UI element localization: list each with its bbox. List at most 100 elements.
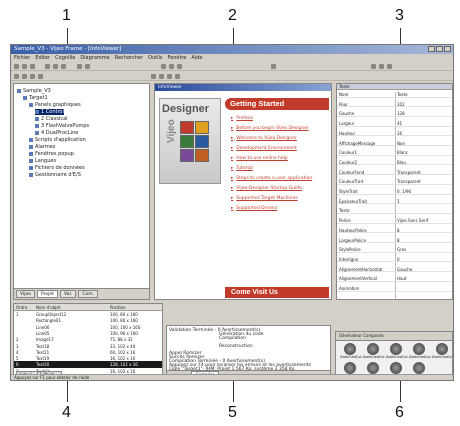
tree-item-panel-2[interactable]: 2 Classical	[35, 116, 68, 122]
property-value[interactable]: 1	[397, 199, 400, 204]
text-icon[interactable]	[151, 74, 156, 79]
line-icon[interactable]	[22, 74, 27, 79]
property-row[interactable]: Largeur 41	[337, 121, 452, 127]
menu-diagram[interactable]: Diagramme	[80, 54, 109, 62]
property-value[interactable]: 8	[397, 238, 400, 243]
link-preface[interactable]: ▸ Preface	[231, 116, 253, 121]
meter-icon[interactable]	[175, 74, 180, 79]
tree-item-panels[interactable]: Panels graphiques	[29, 102, 81, 108]
undo-icon[interactable]	[77, 64, 82, 69]
property-value[interactable]: 128	[397, 111, 405, 116]
paste-icon[interactable]	[61, 64, 66, 69]
property-value[interactable]: 16	[397, 131, 402, 136]
property-row[interactable]: Hauteur 16	[337, 131, 452, 137]
property-value[interactable]: Non	[397, 141, 405, 146]
menu-tools[interactable]: Outils	[148, 54, 162, 62]
link-online-help[interactable]: ▸ How to use online help	[231, 156, 288, 161]
library-object[interactable]: SwitchedCol...	[340, 343, 365, 363]
library-object[interactable]: SwitchedCol...	[363, 343, 388, 363]
tree-item-panel-3[interactable]: 3 FlashValvePumps	[35, 123, 89, 129]
image-icon[interactable]	[159, 74, 164, 79]
shape-icon[interactable]	[271, 64, 276, 69]
tab-vijeo[interactable]: Vijeo	[16, 290, 36, 298]
tab-project[interactable]: Projet	[37, 290, 58, 298]
property-row[interactable]: Couleur1 Blanc	[337, 150, 452, 156]
cut-icon[interactable]	[45, 64, 50, 69]
come-visit-us-banner[interactable]: Come Visit Us	[225, 287, 329, 298]
property-value[interactable]: 0, 1/96	[397, 189, 411, 194]
maximize-button[interactable]	[436, 46, 443, 52]
menu-edit[interactable]: Editer	[35, 54, 50, 62]
property-row[interactable]: Police Vijeo Sans Serif	[337, 218, 452, 224]
redo-icon[interactable]	[85, 64, 90, 69]
property-row[interactable]: Nom Texte	[337, 92, 452, 98]
align-icon[interactable]	[177, 64, 182, 69]
link-steps-create-app[interactable]: ▸ Steps to create a user application	[231, 176, 312, 181]
tree-item-panel-4[interactable]: 4 DualProcLine	[35, 130, 78, 136]
link-supported-drivers[interactable]: ▸ Supported Drivers	[231, 206, 277, 211]
property-value[interactable]: 102	[397, 102, 405, 107]
property-row[interactable]: AlignementVertical Haut	[337, 276, 452, 282]
link-startup-guide[interactable]: ▸ Vijeo-Designer Startup Guide	[231, 186, 302, 191]
tab-communication[interactable]: Com.	[78, 290, 99, 298]
property-row[interactable]: Texte	[337, 208, 452, 214]
tree-item-scripts[interactable]: Scripts d'application	[29, 137, 86, 143]
property-row[interactable]: EpaisseurTrait 1	[337, 199, 452, 205]
property-row[interactable]: Couleur2 Bleu	[337, 160, 452, 166]
menu-help[interactable]: Aide	[191, 54, 202, 62]
download-icon[interactable]	[387, 64, 392, 69]
property-row[interactable]: StyleTrait 0, 1/96	[337, 189, 452, 195]
property-value[interactable]: Gras	[397, 247, 406, 252]
property-row[interactable]: CouleurFond Transparent	[337, 170, 452, 176]
tree-item-io-manager[interactable]: Gestionnaire d'E/S	[29, 172, 81, 178]
link-tutorial[interactable]: ▸ Tutorial	[231, 166, 253, 171]
link-before-you-begin[interactable]: ▸ Before you begin Vijeo Designer	[231, 126, 309, 131]
property-value[interactable]: Bleu	[397, 160, 406, 165]
property-value[interactable]: Vijeo Sans Serif	[397, 218, 428, 223]
grid-icon[interactable]	[169, 64, 174, 69]
ellipse-icon[interactable]	[38, 74, 43, 79]
library-object[interactable]: SwitchedCol...	[409, 343, 434, 363]
property-value[interactable]: Blanc	[397, 150, 408, 155]
copy-icon[interactable]	[53, 64, 58, 69]
link-welcome[interactable]: ▸ Welcome to Vijeo Designer	[231, 136, 297, 141]
property-value[interactable]: Gauche	[397, 267, 412, 272]
property-row[interactable]: CouleurTrait Transparent	[337, 179, 452, 185]
property-row[interactable]: Gauche 128	[337, 111, 452, 117]
tree-item-alarms[interactable]: Alarmes	[29, 144, 55, 150]
menu-window[interactable]: Fenêtre	[168, 54, 187, 62]
tree-item-languages[interactable]: Langues	[29, 158, 56, 164]
library-object[interactable]: SwitchedCol...	[432, 343, 452, 363]
rectangle-icon[interactable]	[30, 74, 35, 79]
switch-icon[interactable]	[167, 74, 172, 79]
menu-file[interactable]: Fichier	[14, 54, 30, 62]
tree-item-panel-1[interactable]: 1 Control	[35, 109, 64, 115]
tab-variables[interactable]: Var.	[59, 290, 77, 298]
tree-item-project[interactable]: Sample_V3	[17, 88, 51, 94]
tree-item-target[interactable]: Target1	[23, 95, 48, 101]
property-value[interactable]: Texte	[397, 92, 408, 97]
build-icon[interactable]	[371, 64, 376, 69]
menu-cognille[interactable]: Cognille	[55, 54, 75, 62]
close-button[interactable]	[444, 46, 451, 52]
tree-item-popups[interactable]: Fenêtres popup	[29, 151, 74, 157]
minimize-button[interactable]	[428, 46, 435, 52]
property-value[interactable]: 8	[397, 228, 400, 233]
property-value[interactable]: Transparent	[397, 179, 421, 184]
menu-search[interactable]: Rechercher	[115, 54, 143, 62]
property-value[interactable]: 0	[397, 257, 400, 262]
property-row[interactable]: Pour 102	[337, 102, 452, 108]
property-row[interactable]: AlignementHorizontal Gauche	[337, 267, 452, 273]
open-icon[interactable]	[22, 64, 27, 69]
property-row[interactable]: StylePolice Gras	[337, 247, 452, 253]
new-icon[interactable]	[14, 64, 19, 69]
link-development-environment[interactable]: ▸ Development Environment	[231, 146, 297, 151]
property-value[interactable]: Transparent	[397, 170, 421, 175]
library-object[interactable]: SwitchedCol...	[386, 343, 411, 363]
zoom-icon[interactable]	[161, 64, 166, 69]
property-value[interactable]: 41	[397, 121, 402, 126]
pointer-icon[interactable]	[14, 74, 19, 79]
property-row[interactable]: Interligne 0	[337, 257, 452, 263]
save-icon[interactable]	[30, 64, 35, 69]
run-icon[interactable]	[379, 64, 384, 69]
